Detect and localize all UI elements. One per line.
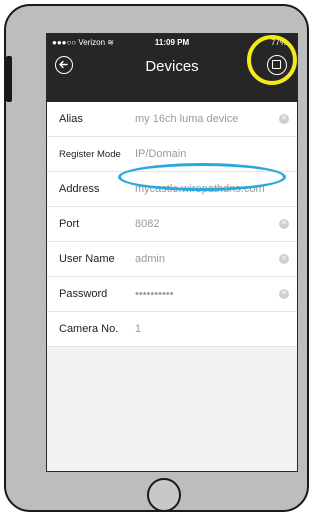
field-row-camera-no[interactable]: Camera No. 1 xyxy=(47,312,297,347)
clear-icon[interactable]: ✕ xyxy=(279,289,289,299)
field-value[interactable]: •••••••••• xyxy=(135,288,174,300)
field-row-port[interactable]: Port 8082 ✕ xyxy=(47,207,297,242)
field-row-password[interactable]: Password •••••••••• ✕ xyxy=(47,277,297,312)
field-row-user-name[interactable]: User Name admin ✕ xyxy=(47,242,297,277)
clear-icon[interactable]: ✕ xyxy=(279,254,289,264)
highlight-circle-save xyxy=(247,35,297,85)
field-label: Camera No. xyxy=(59,323,119,335)
field-value[interactable]: my 16ch luma device xyxy=(135,113,238,125)
side-button xyxy=(6,56,12,102)
field-label: Address xyxy=(59,183,100,195)
field-label: Register Mode xyxy=(59,149,121,160)
field-label: Password xyxy=(59,288,108,300)
screen: ●●●○○ Verizon ≋ 11:09 PM 77% Devices Ali… xyxy=(46,33,298,472)
field-value[interactable]: 1 xyxy=(135,323,141,335)
field-value[interactable]: 8082 xyxy=(135,218,159,230)
clear-icon[interactable]: ✕ xyxy=(279,219,289,229)
field-row-alias[interactable]: Alias my 16ch luma device ✕ xyxy=(47,102,297,137)
device-form: Alias my 16ch luma device ✕ Register Mod… xyxy=(47,102,297,347)
field-value[interactable]: IP/Domain xyxy=(135,148,186,160)
field-label: Port xyxy=(59,218,80,230)
field-label: Alias xyxy=(59,113,83,125)
field-value[interactable]: admin xyxy=(135,253,165,265)
field-label: User Name xyxy=(59,253,115,265)
home-button[interactable] xyxy=(147,478,181,512)
highlight-ellipse-address xyxy=(118,163,286,191)
clear-icon[interactable]: ✕ xyxy=(279,114,289,124)
